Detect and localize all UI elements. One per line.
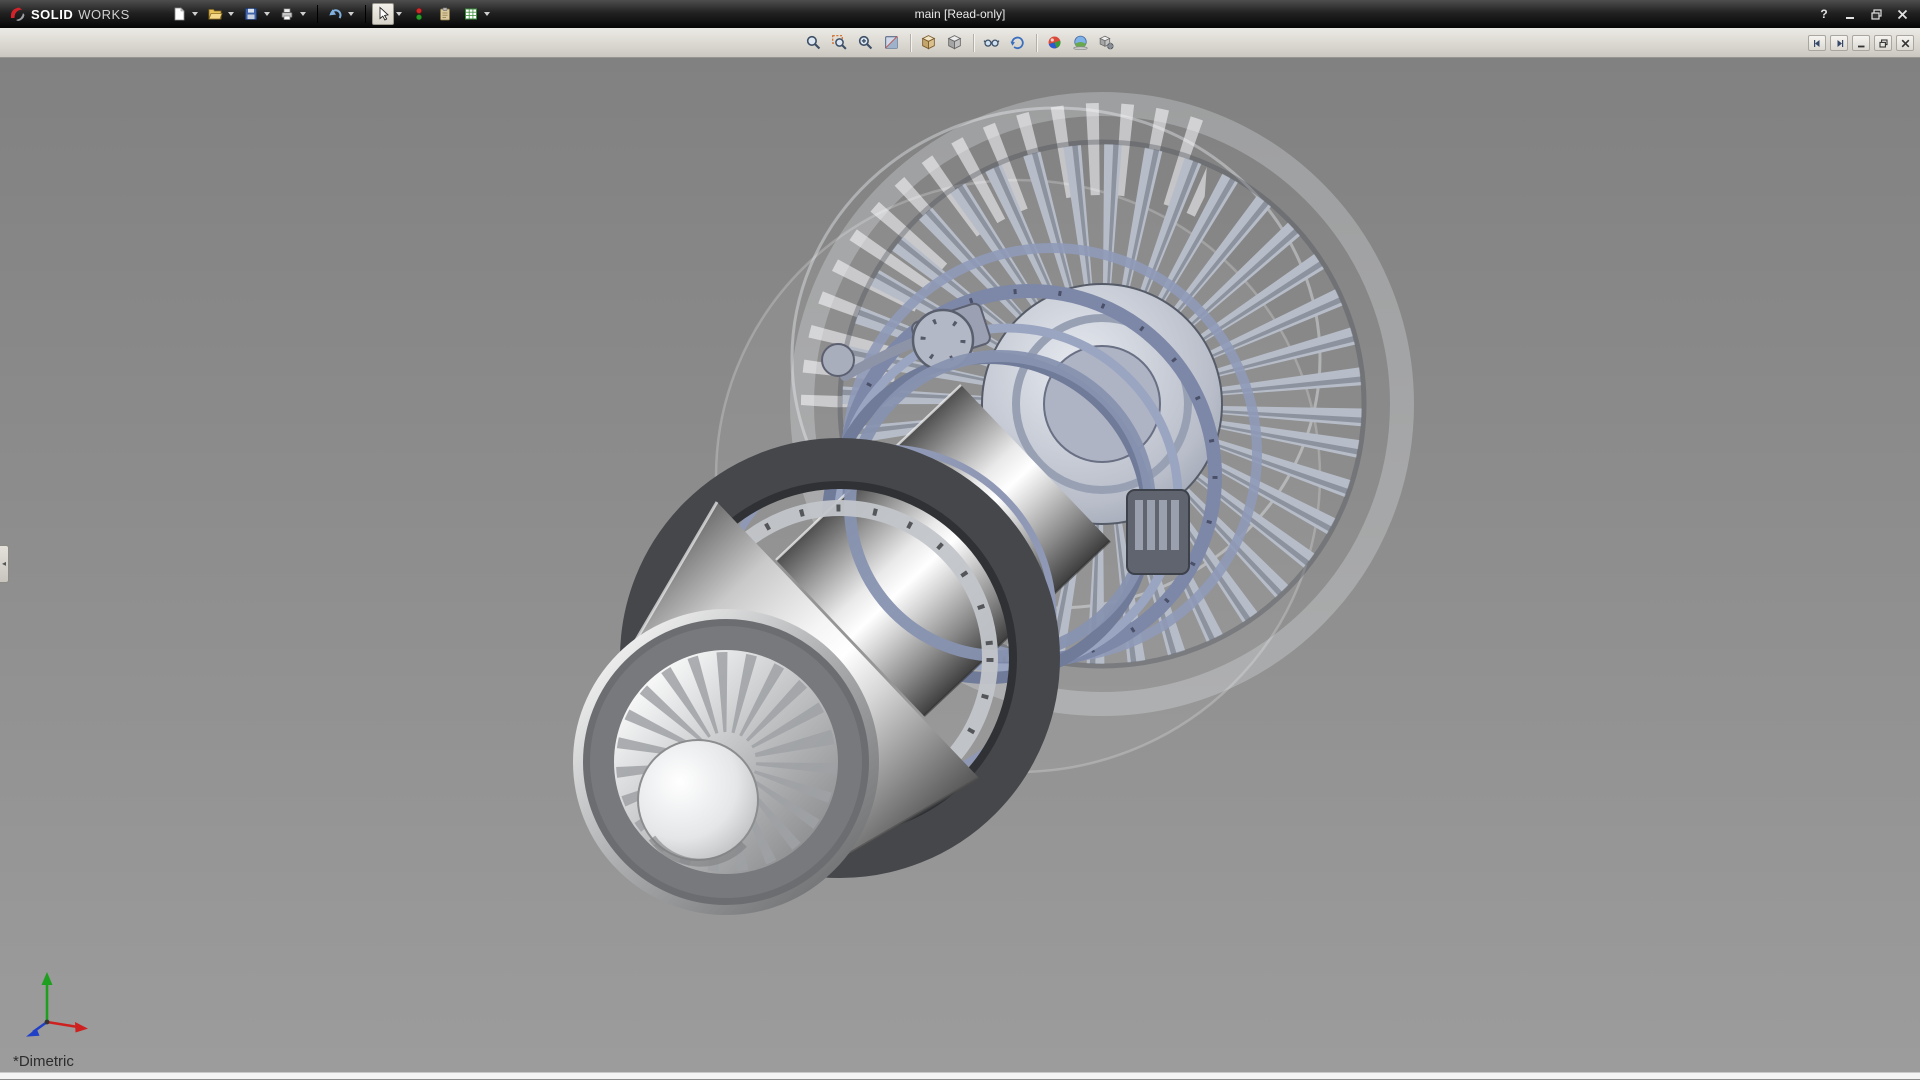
document-restore-button[interactable] [1874, 35, 1892, 51]
brand-text-solid: SOLID [31, 7, 73, 22]
dropdown-arrow-icon[interactable] [298, 3, 308, 25]
exhaust-nozzle[interactable] [578, 614, 874, 910]
view-settings-button[interactable] [1095, 31, 1119, 55]
dropdown-arrow-icon[interactable] [482, 3, 492, 25]
next-window-button[interactable] [1830, 35, 1848, 51]
document-window-controls [1808, 28, 1914, 58]
titlebar: SOLID WORKS [0, 0, 1920, 28]
rotate-view-button[interactable] [1006, 31, 1030, 55]
indicator-lights-button[interactable] [408, 3, 430, 25]
dropdown-arrow-icon[interactable] [394, 3, 404, 25]
accessory-block[interactable] [1127, 490, 1189, 574]
triad-y-axis [42, 972, 53, 1022]
orientation-triad [20, 966, 96, 1038]
display-style-button[interactable] [943, 31, 967, 55]
edit-appearance-button[interactable] [1043, 31, 1067, 55]
clipboard-icon[interactable] [434, 3, 456, 25]
document-close-button[interactable] [1896, 35, 1914, 51]
new-document-button[interactable] [168, 3, 200, 25]
restore-button[interactable] [1866, 5, 1886, 23]
help-button[interactable]: ? [1814, 5, 1834, 23]
panel-expand-handle[interactable]: ◂ [0, 545, 9, 583]
minimize-button[interactable] [1840, 5, 1860, 23]
toolbar-separator [317, 5, 318, 23]
open-folder-icon[interactable] [204, 3, 226, 25]
3d-model-canvas[interactable] [0, 58, 1920, 1072]
indicator-lights-icon[interactable] [408, 3, 430, 25]
status-bar [0, 1072, 1920, 1079]
view-orientation-label: *Dimetric [13, 1053, 74, 1070]
spreadsheet-button[interactable] [460, 3, 492, 25]
toolbar-separator [910, 34, 911, 52]
triad-x-axis [47, 1022, 88, 1033]
previous-window-button[interactable] [1808, 35, 1826, 51]
document-minimize-button[interactable] [1852, 35, 1870, 51]
select-cursor-icon[interactable] [372, 3, 394, 25]
heads-up-toolbar [0, 28, 1920, 58]
new-document-icon[interactable] [168, 3, 190, 25]
close-button[interactable] [1892, 5, 1912, 23]
undo-arrow-icon[interactable] [324, 3, 346, 25]
dropdown-arrow-icon[interactable] [226, 3, 236, 25]
solidworks-logo: SOLID WORKS [0, 5, 142, 23]
zoom-in-out-button[interactable] [854, 31, 878, 55]
undo-button[interactable] [324, 3, 356, 25]
open-button[interactable] [204, 3, 236, 25]
toolbar-separator [365, 5, 366, 23]
ds-logo-icon [8, 5, 26, 23]
toolbar-separator [1036, 34, 1037, 52]
triad-z-axis [26, 1022, 47, 1037]
hide-show-items-button[interactable] [980, 31, 1004, 55]
graphics-area[interactable]: ◂ *Dimetric [0, 58, 1920, 1072]
brand-text-works: WORKS [78, 7, 130, 22]
zoom-to-area-button[interactable] [828, 31, 852, 55]
apply-scene-button[interactable] [1069, 31, 1093, 55]
main-toolbar [168, 3, 495, 25]
titlebar-controls: ? [1814, 5, 1920, 23]
select-button[interactable] [372, 3, 404, 25]
dropdown-arrow-icon[interactable] [346, 3, 356, 25]
dropdown-arrow-icon[interactable] [262, 3, 272, 25]
triad-origin [45, 1020, 50, 1025]
clipboard-button[interactable] [434, 3, 456, 25]
toolbar-separator [973, 34, 974, 52]
zoom-to-fit-button[interactable] [802, 31, 826, 55]
dropdown-arrow-icon[interactable] [190, 3, 200, 25]
view-orientation-button[interactable] [917, 31, 941, 55]
print-button[interactable] [276, 3, 308, 25]
save-floppy-icon[interactable] [240, 3, 262, 25]
spreadsheet-icon[interactable] [460, 3, 482, 25]
save-button[interactable] [240, 3, 272, 25]
heads-up-buttons [802, 31, 1119, 55]
section-view-button[interactable] [880, 31, 904, 55]
printer-icon[interactable] [276, 3, 298, 25]
